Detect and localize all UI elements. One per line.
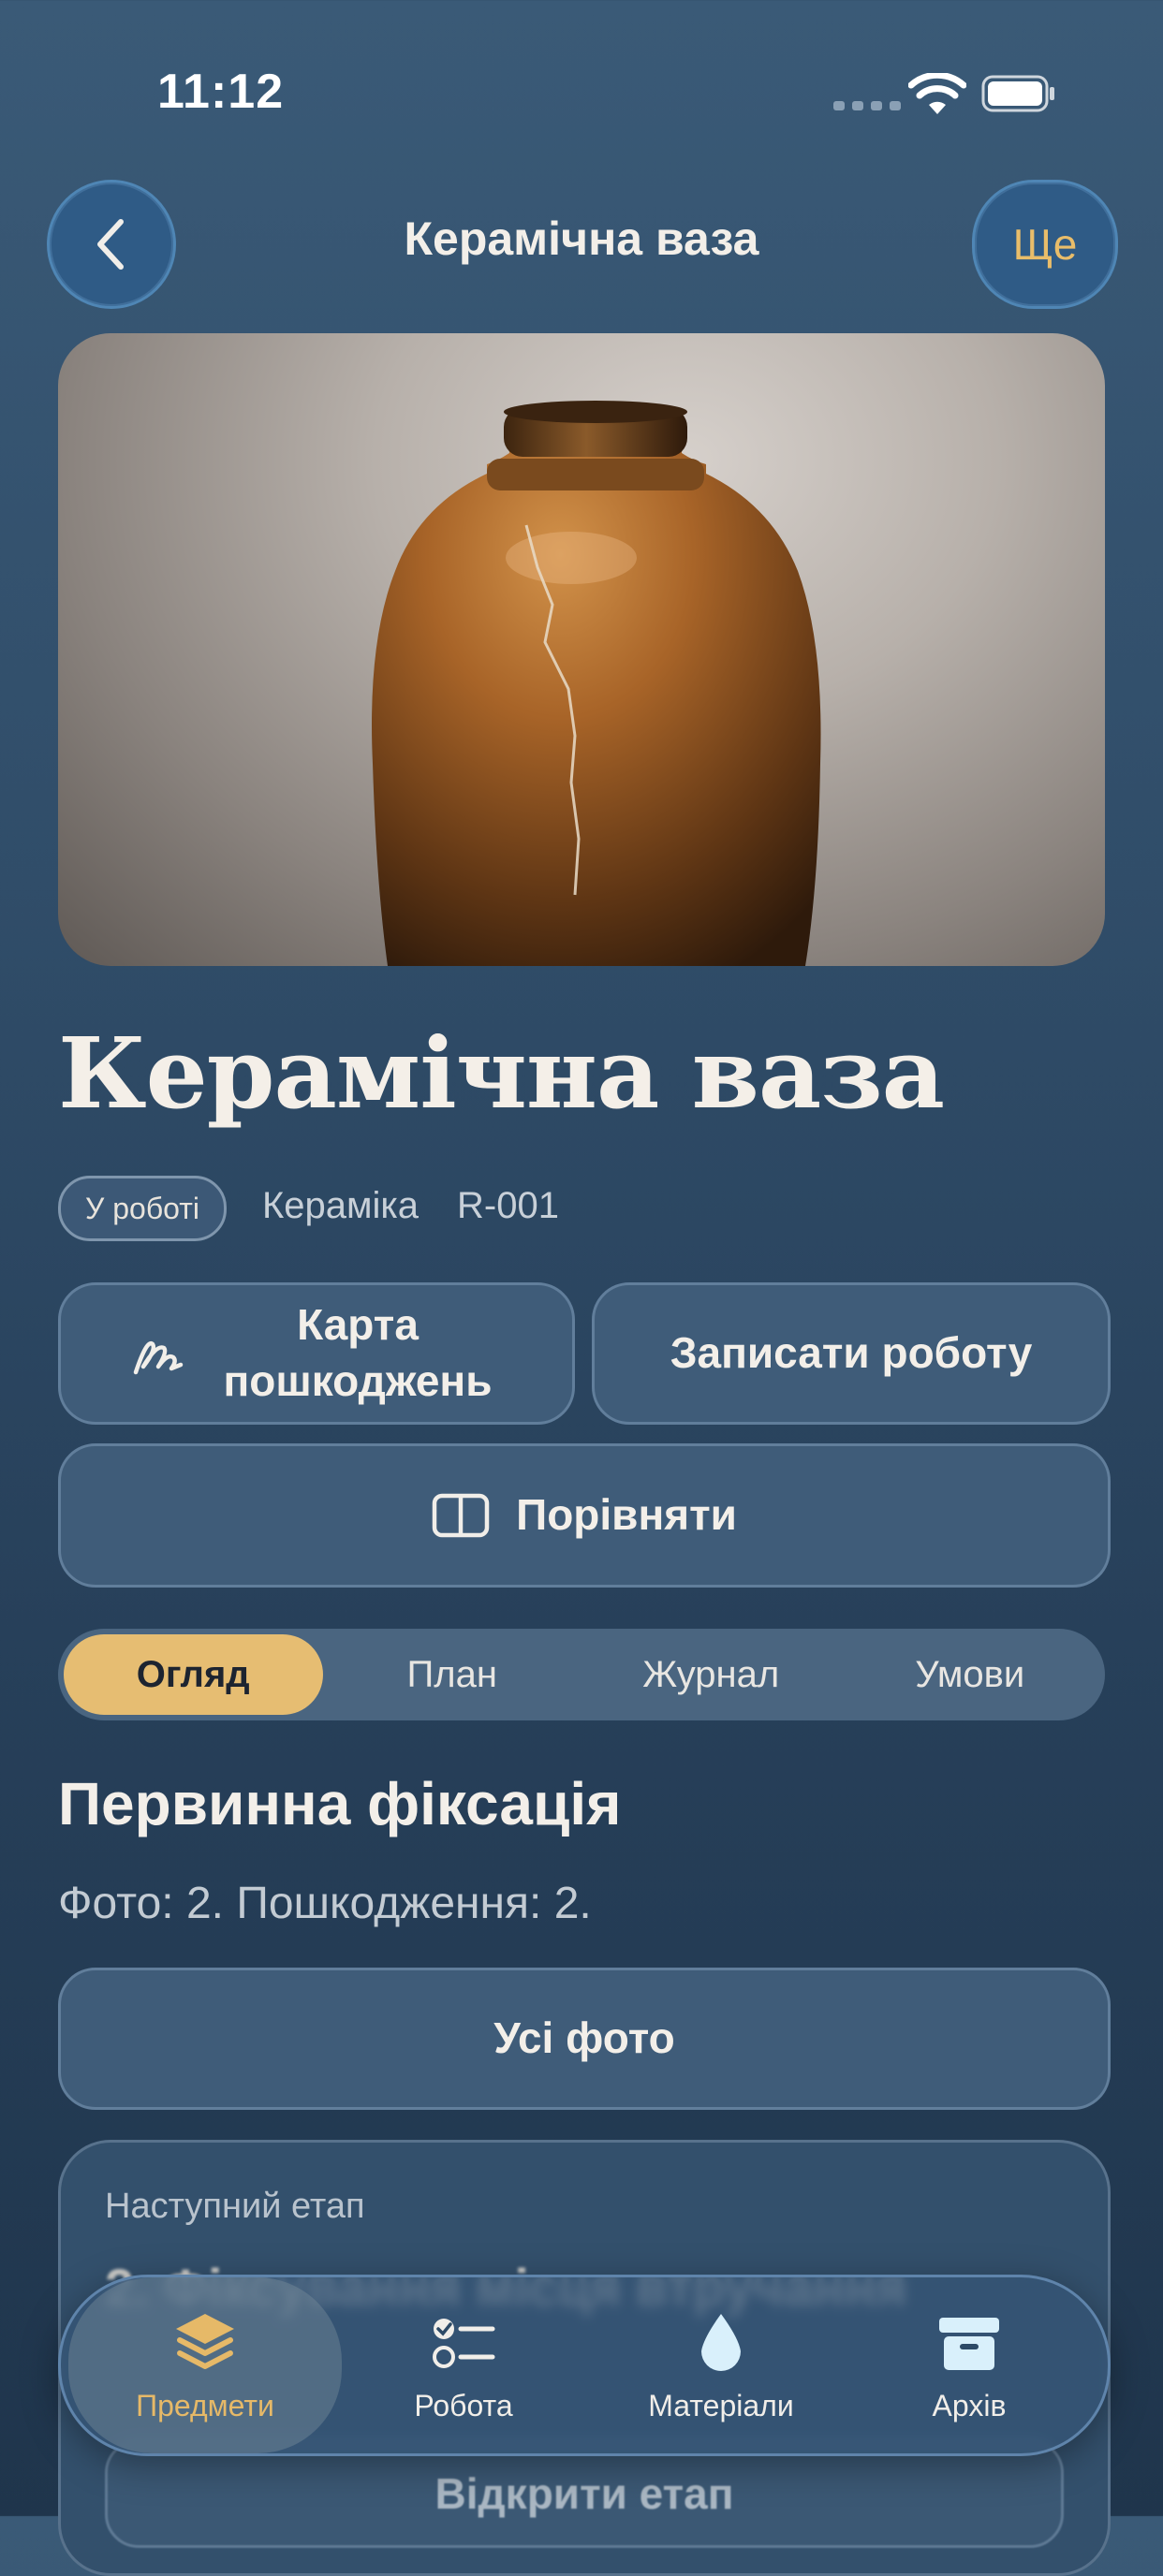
next-stage-label: Наступний етап [105, 2187, 365, 2226]
all-photos-label: Усі фото [493, 2013, 675, 2063]
compare-button[interactable]: Порівняти [58, 1443, 1111, 1588]
record-work-label: Записати роботу [670, 1328, 1033, 1378]
item-code: R-001 [457, 1185, 559, 1226]
archive-icon [939, 2317, 999, 2370]
split-view-icon [432, 1493, 490, 1538]
section-title: Первинна фіксація [58, 1770, 622, 1837]
scribble-icon [133, 1340, 184, 1375]
tab-work-label: Робота [414, 2388, 513, 2422]
cellular-signal-icon [833, 101, 901, 110]
tab-archive-label: Архів [932, 2388, 1007, 2422]
all-photos-button[interactable]: Усі фото [58, 1968, 1111, 2110]
segment-journal[interactable]: Журнал [582, 1634, 841, 1715]
tab-materials-label: Матеріали [648, 2388, 794, 2422]
layers-icon [176, 2313, 234, 2369]
compare-label: Порівняти [516, 1490, 737, 1540]
tab-archive[interactable]: Архів [847, 2277, 1091, 2453]
item-category: Кераміка [262, 1185, 420, 1226]
tab-items-label: Предмети [136, 2388, 274, 2422]
item-title: Керамічна ваза [58, 1016, 945, 1131]
segment-conditions[interactable]: Умови [841, 1634, 1100, 1715]
status-time: 11:12 [157, 65, 285, 119]
damage-map-button[interactable]: Карта пошкоджень [58, 1282, 575, 1425]
battery-icon [981, 75, 1054, 112]
tab-items[interactable]: Предмети [68, 2277, 342, 2453]
segment-overview[interactable]: Огляд [64, 1634, 323, 1715]
record-work-button[interactable]: Записати роботу [592, 1282, 1111, 1425]
segmented-control: Огляд План Журнал Умови [58, 1629, 1105, 1720]
wifi-icon [908, 73, 966, 114]
tab-work[interactable]: Робота [342, 2277, 585, 2453]
checklist-icon [433, 2318, 495, 2368]
tab-materials[interactable]: Матеріали [595, 2277, 847, 2453]
more-button[interactable]: Ще [972, 180, 1118, 309]
segment-plan[interactable]: План [323, 1634, 582, 1715]
section-subtitle: Фото: 2. Пошкодження: 2. [58, 1879, 592, 1928]
tab-bar: Предмети Робота Матеріали Архів [58, 2275, 1111, 2456]
status-badge: У роботі [58, 1176, 227, 1241]
item-photo[interactable] [58, 333, 1105, 966]
vase-image [372, 401, 821, 966]
damage-map-label: Карта пошкоджень [223, 1300, 493, 1405]
drop-icon [701, 2313, 741, 2371]
